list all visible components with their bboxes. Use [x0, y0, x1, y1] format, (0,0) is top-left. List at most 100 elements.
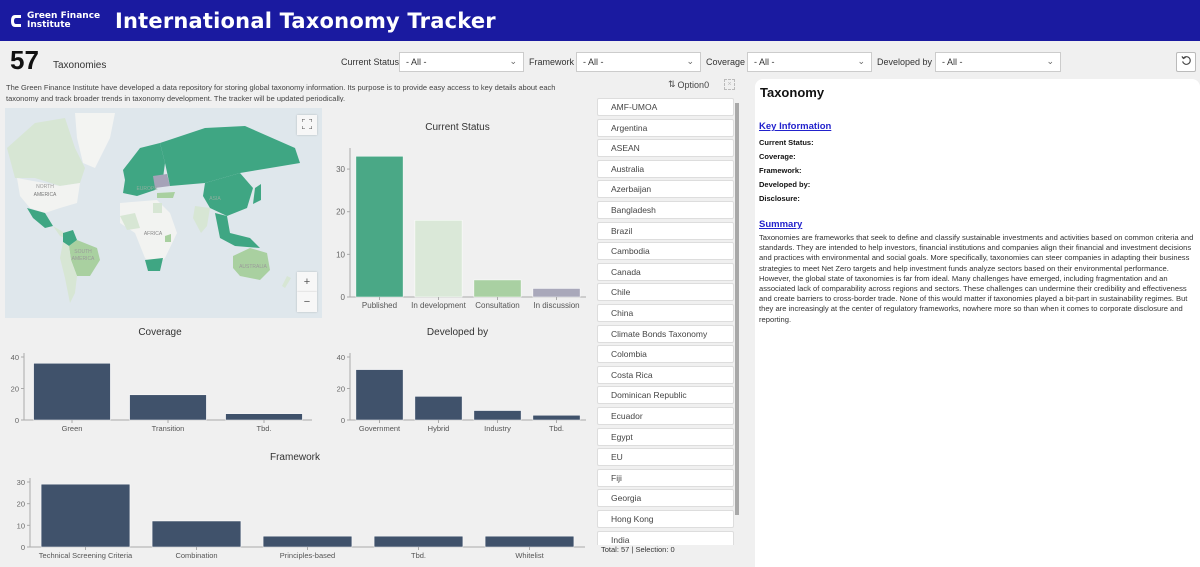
chart-title-developed-by: Developed by: [426, 327, 489, 338]
list-item[interactable]: EU: [597, 448, 734, 467]
taxonomy-count-label: Taxonomies: [53, 60, 107, 71]
filter-label-coverage: Coverage: [706, 57, 746, 67]
list-footer: Total: 57 | Selection: 0: [601, 545, 679, 554]
y-tick-label: 10: [336, 250, 345, 259]
sort-button[interactable]: ⇅ Option0: [668, 79, 709, 90]
list-item[interactable]: AMF-UMOA: [597, 98, 734, 116]
zoom-out-button[interactable]: −: [297, 292, 317, 312]
bar: [33, 363, 111, 421]
summary-link[interactable]: Summary: [759, 219, 802, 230]
map-label: AMERICA: [34, 192, 57, 198]
list-item[interactable]: Chile: [597, 283, 734, 302]
current-status-value: - All -: [406, 57, 427, 67]
list-item[interactable]: Brazil: [597, 221, 734, 240]
filter-label-developed-by: Developed by: [877, 57, 933, 67]
developed-by-select[interactable]: - All - ⌄: [935, 52, 1061, 72]
y-tick-label: 20: [336, 208, 345, 217]
y-tick-label: 30: [17, 478, 25, 487]
world-map[interactable]: NORTH AMERICA EUROPE ASIA AFRICA SOUTH A…: [5, 108, 322, 318]
map-canvas: NORTH AMERICA EUROPE ASIA AFRICA SOUTH A…: [5, 108, 322, 318]
list-item[interactable]: Australia: [597, 159, 734, 178]
x-tick-label: Consultation: [475, 301, 519, 310]
list-item[interactable]: Cambodia: [597, 242, 734, 261]
bar: [414, 219, 463, 298]
field-developed-by: Developed by:: [759, 180, 811, 189]
gfi-logo[interactable]: Green Finance Institute: [10, 11, 105, 30]
list-item[interactable]: China: [597, 304, 734, 322]
sort-label: Option0: [677, 79, 710, 90]
x-tick-label: Tbd.: [411, 551, 426, 560]
list-item[interactable]: Bangladesh: [597, 201, 734, 219]
developed-by-chart: 0 20 40 Government Hybrid Industry Tbd.: [337, 353, 586, 433]
x-tick-label: Transition: [152, 424, 185, 433]
coverage-select[interactable]: - All - ⌄: [747, 52, 872, 72]
map-region-egypt: [153, 203, 162, 213]
list-item[interactable]: Georgia: [597, 489, 734, 508]
coverage-value: - All -: [754, 57, 775, 67]
map-label: ASIA: [209, 196, 221, 202]
list-item[interactable]: Fiji: [597, 468, 734, 487]
bar: [373, 535, 464, 548]
y-tick-label: 0: [341, 293, 346, 302]
x-tick-label: Principles-based: [280, 551, 335, 560]
zoom-in-button[interactable]: +: [297, 272, 317, 292]
x-tick-label: Green: [62, 424, 83, 433]
intro-text: The Green Finance Institute have develop…: [6, 83, 556, 102]
list-item[interactable]: ASEAN: [597, 139, 734, 158]
list-item[interactable]: Argentina: [597, 118, 734, 137]
key-information-link[interactable]: Key Information: [759, 121, 831, 132]
map-label: NORTH: [36, 184, 54, 190]
detail-title: Taxonomy: [760, 85, 825, 100]
logo-line2: Institute: [27, 19, 71, 30]
list-item[interactable]: Azerbaijan: [597, 180, 734, 199]
framework-select[interactable]: - All - ⌄: [576, 52, 701, 72]
bar: [484, 535, 575, 548]
reset-filters-button[interactable]: [1176, 52, 1196, 72]
bar: [473, 410, 522, 421]
chevron-down-icon: ⌄: [1046, 56, 1054, 66]
y-tick-label: 20: [17, 500, 25, 509]
y-tick-label: 20: [11, 385, 19, 394]
list-scrollbar-thumb[interactable]: [735, 103, 739, 515]
list-item[interactable]: Ecuador: [597, 407, 734, 425]
x-tick-label: Published: [362, 301, 397, 310]
filter-label-current-status: Current Status: [341, 57, 400, 67]
y-tick-label: 10: [17, 521, 25, 530]
reset-icon: [1180, 53, 1192, 71]
x-tick-label: Whitelist: [515, 551, 544, 560]
app-header: Green Finance Institute International Ta…: [0, 0, 1200, 41]
chevron-down-icon: ⌄: [857, 56, 865, 66]
chart-title-framework: Framework: [269, 452, 320, 463]
bar: [532, 415, 581, 421]
y-tick-label: 40: [11, 353, 19, 362]
map-label: AFRICA: [144, 231, 163, 237]
list-item[interactable]: Egypt: [597, 427, 734, 446]
list-item[interactable]: Colombia: [597, 345, 734, 364]
fullscreen-button[interactable]: [297, 115, 317, 135]
bar: [262, 535, 353, 548]
list-item[interactable]: Dominican Republic: [597, 386, 734, 405]
list-item[interactable]: Canada: [597, 262, 734, 281]
list-item[interactable]: Climate Bonds Taxonomy: [597, 324, 734, 343]
y-tick-label: 20: [337, 385, 345, 394]
map-region-turkey: [157, 192, 175, 198]
clear-selection-icon[interactable]: ×: [724, 79, 735, 90]
list-item[interactable]: Costa Rica: [597, 365, 734, 384]
field-framework: Framework:: [759, 166, 802, 175]
map-label: AUSTRALIA: [239, 264, 267, 270]
bar: [355, 156, 404, 298]
x-tick-label: Tbd.: [549, 424, 564, 433]
map-label: AMERICA: [72, 256, 95, 262]
x-tick-label: Tbd.: [256, 424, 271, 433]
chart-title-coverage: Coverage: [138, 327, 182, 338]
list-item[interactable]: Hong Kong: [597, 510, 734, 528]
chevron-down-icon: ⌄: [509, 56, 517, 66]
bar: [414, 396, 463, 421]
current-status-select[interactable]: - All - ⌄: [399, 52, 524, 72]
gfi-logo-icon: [10, 14, 22, 28]
bar: [532, 288, 581, 298]
chart-title-current-status: Current Status: [425, 122, 490, 133]
bar: [151, 520, 242, 548]
developed-by-value: - All -: [942, 57, 963, 67]
list-item[interactable]: India: [597, 530, 734, 545]
